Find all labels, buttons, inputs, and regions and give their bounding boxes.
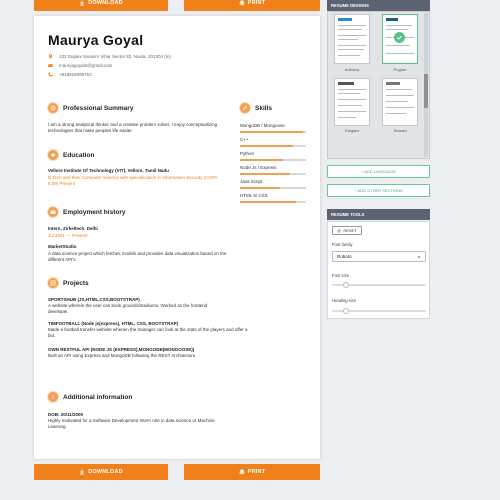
refresh-icon [337, 228, 341, 232]
skills-title: Skills [255, 104, 272, 112]
font-size-label: Font size [332, 273, 349, 278]
print-button-bottom[interactable]: PRINT [184, 464, 320, 480]
projects-section-header: Projects [47, 277, 89, 289]
education-degree: B.Tech and then Computer Science with sp… [48, 175, 218, 186]
resume-name: Maurya Goyal [48, 32, 144, 48]
skill-level-fill [240, 173, 290, 175]
skill-level-fill [240, 145, 293, 147]
design-label: Elegant [345, 128, 359, 133]
resume-designs-header: RESUME DESIGNS [327, 0, 430, 11]
skill-level-fill [240, 159, 283, 161]
contact-address: 132 Duplex Sivanim Vihar Sector 82, Noid… [48, 54, 171, 59]
selected-check-icon [394, 32, 405, 43]
download-button-bottom[interactable]: DOWNLOAD [34, 464, 168, 480]
skill-level-fill [240, 131, 303, 133]
design-label: Pugner [393, 67, 407, 72]
font-size-slider-knob[interactable] [342, 282, 349, 288]
print-label: PRINT [247, 469, 266, 475]
contact-email: mauryagoyal2@gmail.com [48, 63, 112, 68]
skill-level-bar [240, 173, 306, 175]
phone-text: +918818099753 [59, 72, 92, 77]
contact-phone: +918818099753 [48, 72, 92, 77]
resume-preview: Maurya Goyal 132 Duplex Sivanim Vihar Se… [34, 16, 320, 459]
skill-level-bar [240, 201, 306, 203]
reset-label: RESET [343, 228, 357, 233]
employment-section-header: Employment history [47, 206, 125, 218]
resume-designs-panel: Anthony Pugner Elegant Tessam [327, 11, 430, 159]
skill-level-bar [240, 159, 306, 161]
skill-name: Python [240, 151, 255, 156]
projects-title: Projects [63, 279, 89, 287]
chevron-down-icon [417, 256, 421, 259]
skills-icon [239, 102, 251, 114]
employment-title: Employment history [63, 208, 126, 216]
summary-text: I am a strong analytical thinker and a c… [48, 122, 218, 133]
design-thumbnail-anthony[interactable] [334, 14, 370, 64]
skill-name: Java Script [240, 179, 263, 184]
download-label: DOWNLOAD [88, 469, 123, 475]
download-icon [80, 469, 85, 475]
font-family-label: Font family [332, 242, 353, 247]
heading-size-slider-knob[interactable] [342, 308, 349, 314]
education-section-header: Education [47, 149, 94, 161]
skill-level-bar [240, 187, 306, 189]
project-description: Made a football transfer website wherein… [48, 327, 248, 338]
employment-description: A data science project which fetches mod… [48, 251, 227, 262]
graduation-cap-icon [47, 149, 59, 161]
printer-icon [239, 0, 245, 6]
design-thumbnail-tessam[interactable] [382, 78, 418, 126]
phone-icon [48, 72, 53, 77]
skill-name: HTML 5/ CSS [240, 193, 268, 198]
location-pin-icon [48, 54, 53, 59]
additional-title: Additional information [63, 393, 133, 401]
address-text: 132 Duplex Sivanim Vihar Sector 82, Noid… [59, 54, 171, 59]
project-description: A website wherein the user can book grou… [48, 303, 208, 314]
design-label: Tessam [393, 128, 407, 133]
reset-button[interactable]: RESET [332, 226, 362, 235]
printer-icon [239, 469, 245, 475]
additional-text: Highly motivated for a Software Developm… [48, 418, 215, 429]
font-family-select[interactable]: Roboto [332, 251, 426, 262]
email-icon [48, 63, 53, 68]
employment-role: Intern, Zirkeltech. Delhi [48, 226, 98, 231]
project-description: Built an API using Express and MongoDB f… [48, 353, 197, 358]
summary-title: Professional Summary [63, 104, 134, 112]
summary-section-header: Professional Summary [47, 102, 133, 114]
email-text: mauryagoyal2@gmail.com [59, 63, 113, 68]
skill-name: C++ [240, 137, 249, 142]
font-size-slider[interactable] [332, 282, 426, 288]
add-language-button[interactable]: + ADD LANGUAGE [327, 165, 430, 178]
skill-level-fill [240, 187, 280, 189]
add-other-sections-button[interactable]: + ADD OTHER SECTIONS [327, 184, 430, 197]
skills-section-header: Skills [239, 102, 272, 114]
heading-size-slider[interactable] [332, 308, 426, 314]
skill-level-bar [240, 145, 306, 147]
skill-level-fill [240, 201, 297, 203]
heading-size-label: Heading size [332, 298, 357, 303]
font-family-value: Roboto [337, 254, 352, 259]
skill-name: MongoDB / Mongoose [240, 123, 285, 128]
designs-scrollbar-thumb[interactable] [424, 74, 428, 108]
design-thumbnail-elegant[interactable] [334, 78, 370, 126]
additional-section-header: Additional information [47, 391, 132, 403]
skill-level-bar [240, 131, 306, 133]
download-icon [80, 0, 85, 6]
briefcase-icon [47, 206, 59, 218]
skill-name: Node Js / Express [240, 165, 277, 170]
download-label: DOWNLOAD [88, 0, 123, 6]
resume-tools-panel: RESET Font family Roboto Font size Headi… [327, 221, 430, 319]
resume-tools-header: RESUME TOOLS [327, 209, 430, 220]
summary-icon [47, 102, 59, 114]
print-label: PRINT [247, 0, 266, 6]
education-title: Education [63, 151, 95, 159]
education-school: Vellore Institute Of Technology (VIT), V… [48, 168, 169, 173]
print-button[interactable]: PRINT [184, 0, 320, 11]
projects-icon [47, 277, 59, 289]
design-label: Anthony [344, 67, 360, 72]
employment-company: MarketStudio [48, 244, 77, 249]
info-icon [47, 391, 59, 403]
download-button[interactable]: DOWNLOAD [34, 0, 168, 11]
employment-dates: Jul 2021 — Present [48, 233, 88, 238]
